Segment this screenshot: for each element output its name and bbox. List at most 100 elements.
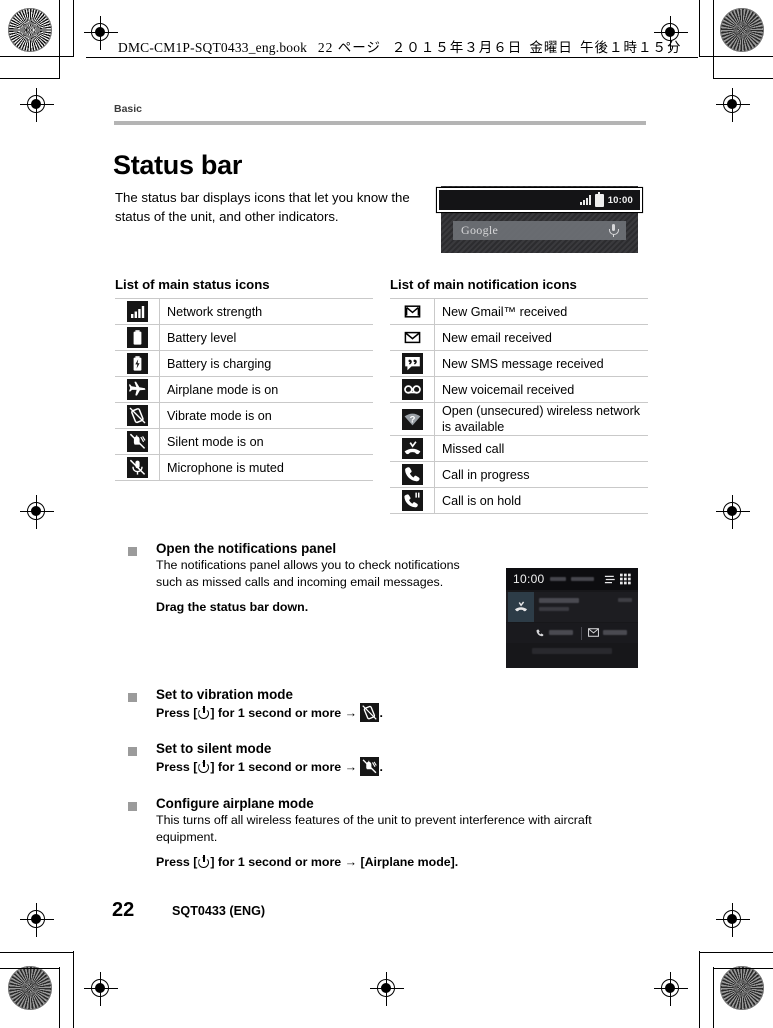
vibrate-icon (360, 703, 380, 722)
table-row: New Gmail™ received (390, 298, 648, 325)
table-row: Network strength (115, 298, 373, 325)
table-row: Airplane mode is on (115, 376, 373, 403)
notification-panel-time: 10:00 (513, 572, 545, 586)
section-title: Set to silent mode (156, 741, 272, 756)
power-button-icon (197, 855, 210, 868)
press-prefix: Press [ (156, 760, 198, 774)
power-button-icon (197, 760, 210, 773)
status-row-label: Vibrate mode is on (159, 402, 373, 429)
status-bar-time: 10:00 (607, 194, 633, 206)
blurred-timestamp (618, 598, 632, 602)
notification-row-label: Missed call (434, 435, 648, 462)
section-instruction: Drag the status bar down. (156, 600, 309, 614)
press-prefix: Press [ (156, 706, 198, 720)
bullet-marker (128, 693, 137, 702)
section-body: This turns off all wireless features of … (156, 813, 592, 844)
running-head: Basic (114, 103, 143, 115)
section-instruction: Press [ ] for 1 second or more → . (128, 757, 528, 776)
section-set-to-silent-mode: Set to silent mode Press [ ] for 1 second… (128, 741, 528, 776)
wifi-question-icon: ? (401, 408, 423, 430)
action-divider (581, 627, 582, 640)
notification-icons-section: List of main notification icons New Gmai… (390, 277, 648, 514)
table-row: New SMS message received (390, 350, 648, 377)
table-row: ? Open (unsecured) wireless network is a… (390, 402, 648, 436)
settings-lines-icon (604, 575, 615, 583)
signal-bars-icon (126, 301, 148, 322)
notification-panel-illustration: 10:00 (506, 568, 638, 668)
notification-row-label: Call is on hold (434, 487, 648, 514)
bullet-marker (128, 802, 137, 811)
section-instruction: Press [ ] for 1 second or more → . (128, 703, 528, 722)
status-icons-title: List of main status icons (115, 277, 270, 292)
silent-bell-off-icon (126, 431, 148, 452)
table-row: Silent mode is on (115, 428, 373, 455)
missed-call-icon (514, 601, 528, 612)
notification-row-label: Call in progress (434, 461, 648, 488)
running-head-rule (114, 121, 646, 125)
call-on-hold-icon (401, 490, 423, 511)
table-row: Battery is charging (115, 350, 373, 377)
power-button-icon (197, 706, 210, 719)
status-icons-section: List of main status icons Network streng… (115, 277, 373, 481)
section-configure-airplane-mode: Configure airplane mode This turns off a… (128, 796, 628, 871)
email-icon (401, 327, 423, 348)
call-in-progress-icon (401, 464, 423, 485)
blurred-text (570, 577, 594, 581)
silent-bell-off-icon (360, 757, 380, 776)
signal-bars-icon (579, 195, 592, 205)
trailing-period: . (379, 760, 383, 774)
notification-card (506, 592, 638, 622)
arrow-glyph: → (344, 855, 358, 869)
arrow-glyph: → (344, 760, 358, 774)
press-prefix: Press [ (156, 855, 198, 869)
gmail-icon (401, 301, 423, 322)
trailing-period: . (379, 706, 383, 720)
grid-apps-icon (620, 573, 631, 585)
page-title: Status bar (113, 150, 243, 181)
table-row: Battery level (115, 324, 373, 351)
google-search-widget: Google (453, 221, 626, 240)
section-set-to-vibration-mode: Set to vibration mode Press [ ] for 1 sec… (128, 687, 528, 722)
bullet-marker (128, 747, 137, 756)
message-icon (588, 628, 599, 637)
missed-call-avatar (508, 592, 534, 622)
table-row: Vibrate mode is on (115, 402, 373, 429)
status-row-label: Battery level (159, 324, 373, 351)
status-row-label: Airplane mode is on (159, 376, 373, 403)
call-back-icon (536, 629, 544, 637)
press-suffix: ] for 1 second or more (210, 760, 342, 774)
table-row: Microphone is muted (115, 454, 373, 481)
blurred-text (539, 607, 569, 611)
battery-charging-icon (126, 353, 148, 374)
status-row-label: Microphone is muted (159, 454, 373, 481)
blurred-text (539, 598, 579, 603)
table-row: Missed call (390, 435, 648, 462)
arrow-glyph: → (344, 706, 358, 720)
status-bar-illustration: 10:00 Google (437, 186, 642, 253)
press-suffix: ] for 1 second or more (210, 706, 342, 720)
table-row: Call is on hold (390, 487, 648, 514)
section-body: The notifications panel allows you to ch… (156, 558, 460, 589)
status-icons-table: Network strength Battery level Battery i… (115, 298, 373, 481)
notification-row-label: New SMS message received (434, 350, 648, 377)
blurred-footer-text (532, 648, 612, 654)
notification-row-label: New email received (434, 324, 648, 351)
blurred-text (549, 577, 566, 581)
section-title: Set to vibration mode (156, 687, 293, 702)
blurred-message-label (603, 630, 627, 635)
notification-row-label: New voicemail received (434, 376, 648, 403)
airplane-mode-target: [Airplane mode]. (360, 855, 459, 869)
intro-paragraph: The status bar displays icons that let y… (115, 190, 410, 224)
blurred-call-back-label (549, 630, 573, 635)
status-row-label: Silent mode is on (159, 428, 373, 455)
voicemail-icon (401, 379, 423, 400)
status-row-label: Battery is charging (159, 350, 373, 377)
page-number: 22 (112, 899, 135, 921)
table-row: New email received (390, 324, 648, 351)
bullet-marker (128, 547, 137, 556)
google-search-placeholder: Google (461, 223, 499, 237)
notification-row-label: Open (unsecured) wireless network is ava… (434, 402, 648, 436)
notification-panel-status-row: 10:00 (506, 568, 638, 590)
document-code: SQT0433 (ENG) (172, 904, 266, 918)
notification-icons-title: List of main notification icons (390, 277, 577, 292)
